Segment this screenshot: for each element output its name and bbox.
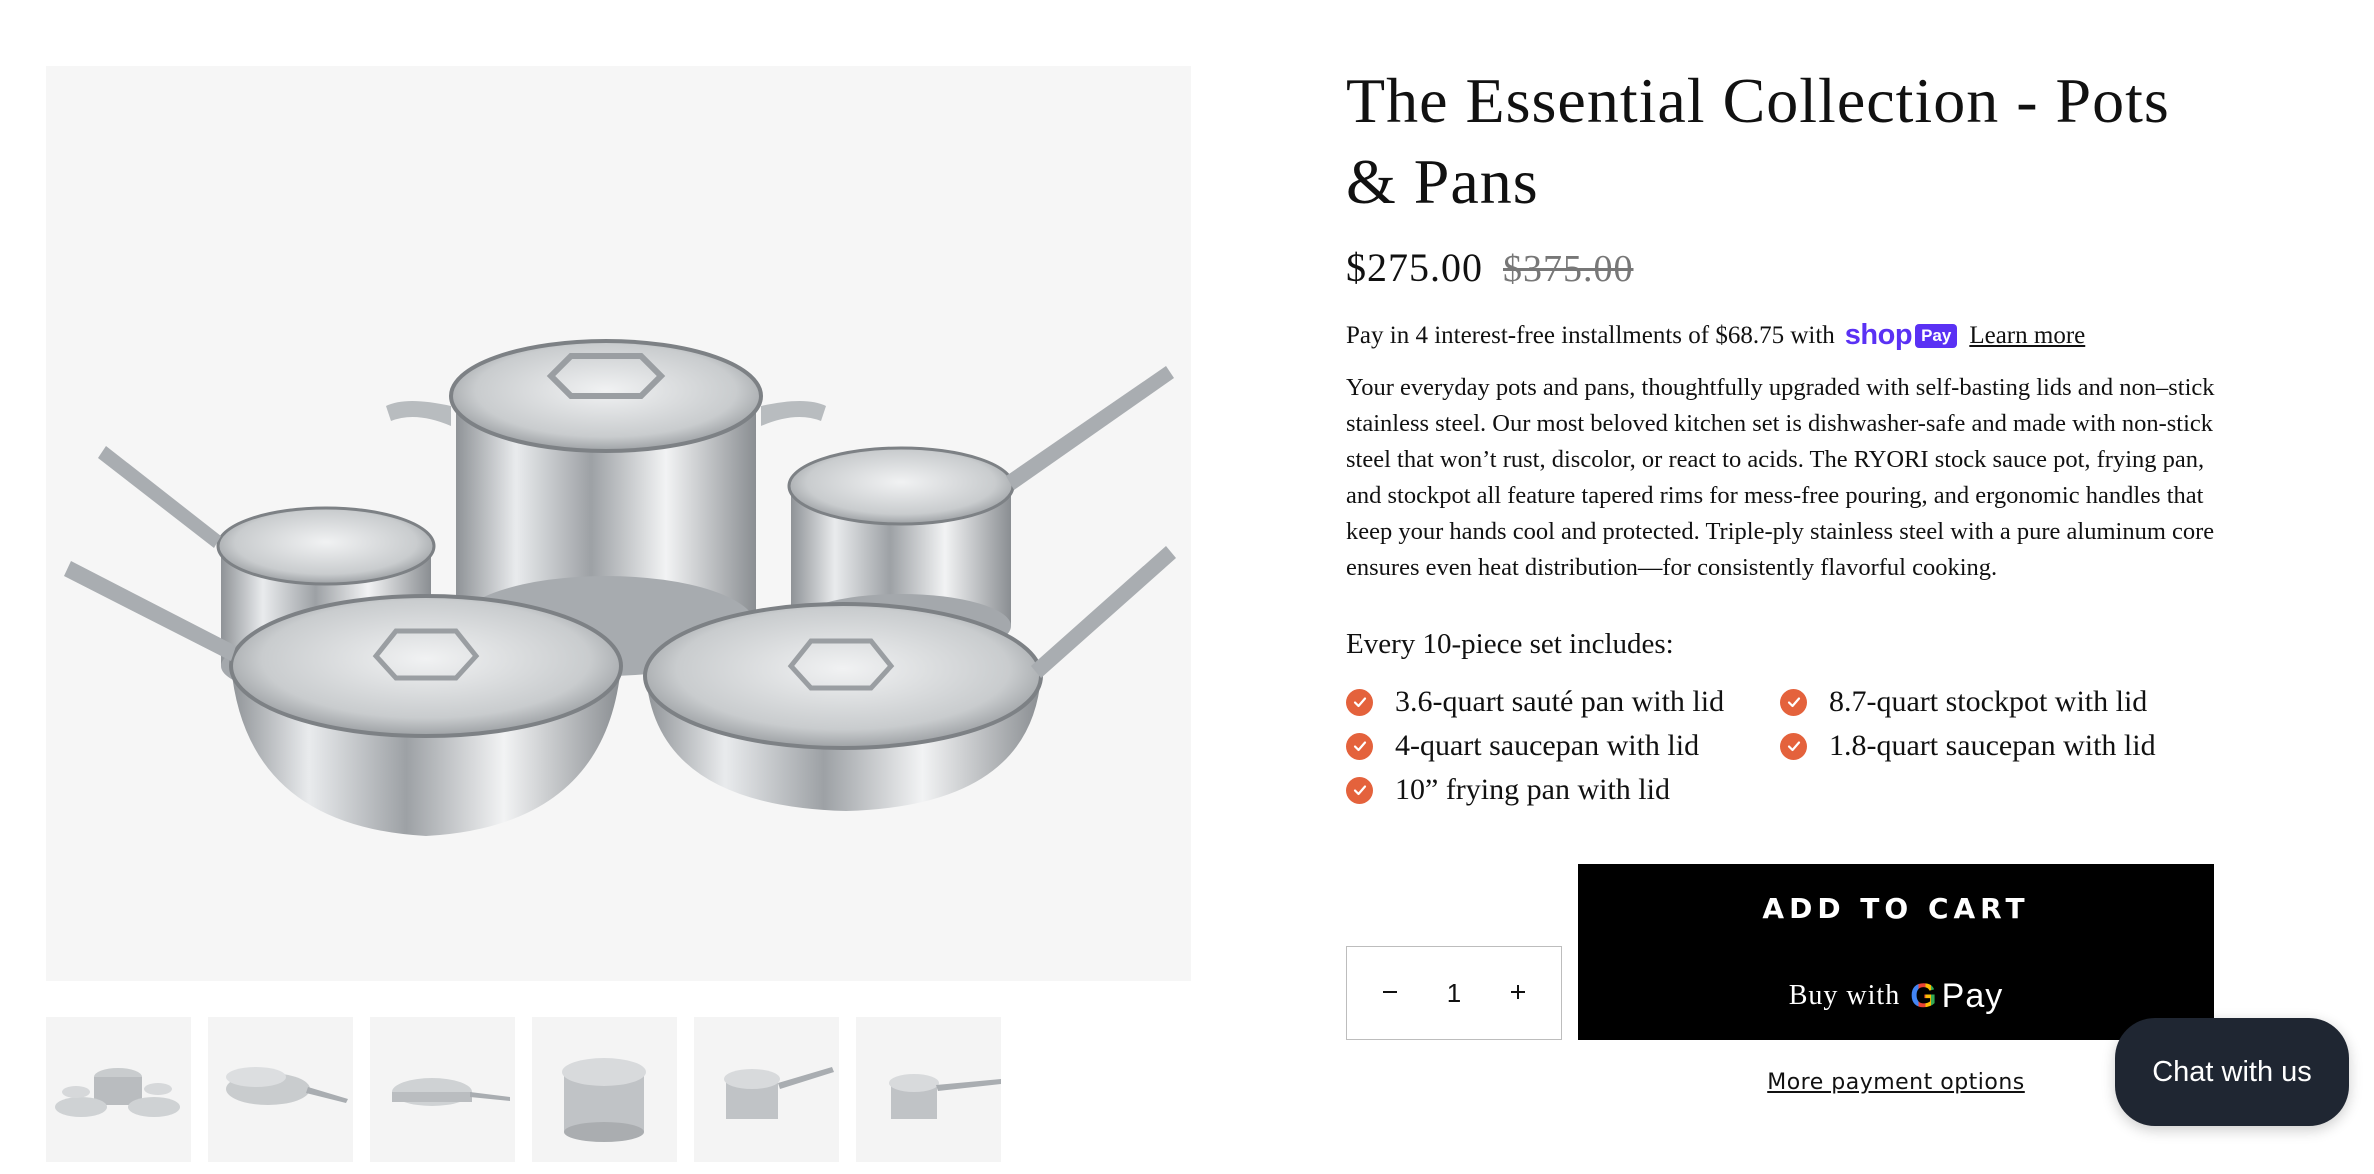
sale-price: $275.00 [1346,245,1483,290]
list-item-label: 10” frying pan with lid [1395,773,1670,806]
plus-icon[interactable] [1505,976,1531,1010]
frying-pan-thumbnail [226,1067,348,1105]
quantity-stepper [1346,946,1562,1040]
installments-banner: Pay in 4 interest-free installments of $… [1346,319,2226,352]
list-item-label: 3.6-quart sauté pan with lid [1395,685,1725,718]
price-row: $275.00 $375.00 [1346,244,2226,291]
compare-at-price: $375.00 [1503,248,1634,290]
checkmark-icon [1346,732,1373,760]
small-saucepan-thumbnail [889,1074,1001,1119]
shop-pay-word: shop [1844,319,1913,351]
shop-pay-badge: Pay [1915,323,1958,348]
google-g-icon: G [1910,976,1938,1015]
includes-list: 3.6-quart sauté pan with lid 8.7-quart s… [1346,683,2226,809]
list-item-label: 1.8-quart saucepan with lid [1829,729,2156,762]
includes-heading: Every 10-piece set includes: [1346,628,1674,660]
cookware-set-image [64,339,1176,836]
checkmark-icon [1780,688,1807,716]
quantity-input[interactable] [1424,977,1484,1009]
thumbnail-stockpot[interactable] [532,1017,677,1162]
list-item: 8.7-quart stockpot with lid [1780,683,2200,721]
shop-pay-logo: shop Pay [1845,319,1958,352]
list-item: 10” frying pan with lid [1346,771,1780,809]
buy-with-label: Buy with [1788,980,1901,1011]
stockpot-thumbnail [562,1058,646,1142]
thumbnail-cookware-set[interactable] [46,1017,191,1162]
learn-more-link[interactable]: Learn more [1969,322,2085,350]
list-item: 3.6-quart sauté pan with lid [1346,683,1780,721]
list-item: 4-quart saucepan with lid [1346,727,1780,765]
thumbnail-strip [46,1017,1001,1162]
minus-icon[interactable] [1377,976,1403,1010]
buy-with-google-pay-button[interactable]: Buy with G Pay [1578,952,2214,1040]
checkmark-icon [1346,688,1373,716]
google-pay-logo: G Pay [1910,977,2003,1016]
main-product-image[interactable] [46,66,1191,981]
list-item-label: 8.7-quart stockpot with lid [1829,685,2148,718]
product-info: The Essential Collection - Pots & Pans $… [1346,60,2226,809]
add-to-cart-button[interactable]: ADD TO CART [1578,864,2214,952]
more-payment-options-link[interactable]: More payment options [1767,1070,2025,1095]
thumbnail-saute-pan[interactable] [370,1017,515,1162]
list-item: 1.8-quart saucepan with lid [1780,727,2200,765]
google-pay-word: Pay [1941,976,2004,1015]
product-description: Your everyday pots and pans, thoughtfull… [1346,374,2215,581]
installments-text: Pay in 4 interest-free installments of $… [1346,321,1835,349]
thumbnail-saucepan[interactable] [694,1017,839,1162]
thumbnail-frying-pan[interactable] [208,1017,353,1162]
saucepan-thumbnail [724,1067,834,1119]
cookware-set-thumbnail [55,1068,180,1117]
saute-pan-thumbnail [392,1078,510,1106]
chat-with-us-button[interactable]: Chat with us [2115,1018,2349,1126]
thumbnail-small-saucepan[interactable] [856,1017,1001,1162]
product-title: The Essential Collection - Pots & Pans [1346,65,2170,217]
checkmark-icon [1346,776,1373,804]
list-item-label: 4-quart saucepan with lid [1395,729,1700,762]
checkmark-icon [1780,732,1807,760]
